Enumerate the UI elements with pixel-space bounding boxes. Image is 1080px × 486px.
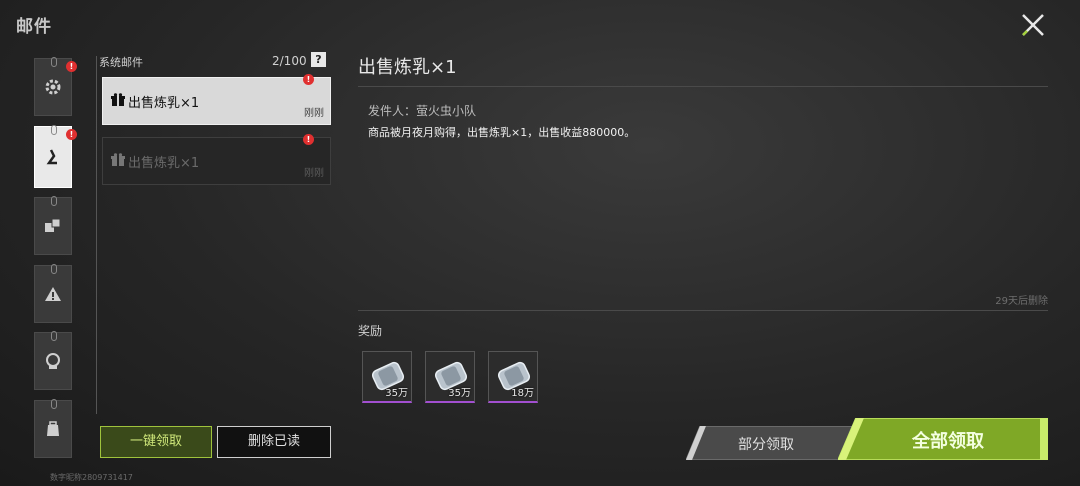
backpack-icon [47,420,59,436]
claim-all-label: 全部领取 [912,431,984,452]
close-icon [1022,14,1044,36]
hook-decoration [51,398,57,409]
reward-amount: 18万 [511,388,534,399]
dice-icon [45,218,61,232]
help-icon[interactable]: ? [311,52,326,67]
page-title: 邮件 [16,17,52,37]
unread-badge: ! [303,74,314,85]
gear-icon [45,79,61,95]
mail-title: 出售炼乳×1 [128,96,200,111]
unread-badge: ! [66,128,77,140]
mail-item[interactable]: 出售炼乳×1 刚刚 ! [102,74,331,125]
mail-detail-title: 出售炼乳×1 [358,57,457,78]
category-social[interactable] [34,331,72,390]
partial-claim-label: 部分领取 [738,437,794,453]
category-alert[interactable] [34,263,72,323]
category-system[interactable]: ! [34,124,77,188]
list-divider [96,56,97,414]
category-settings[interactable]: ! [34,57,77,116]
mail-body: 商品被月夜月购得，出售炼乳×1，出售收益880000。 [368,126,636,139]
reward-item[interactable]: 18万 [488,351,538,403]
partial-claim-button[interactable]: 部分领取 [686,426,856,460]
hook-decoration [51,263,57,274]
unread-badge: ! [66,61,77,72]
mail-time: 刚刚 [304,168,324,179]
claim-all-button[interactable]: 全部领取 [838,418,1048,460]
delete-read-button[interactable]: 删除已读 [217,426,331,458]
unread-badge: ! [303,134,314,145]
mail-count: 2/100 [272,54,307,68]
hook-decoration [51,124,57,135]
hook-decoration [51,57,57,67]
hook-decoration [51,196,57,206]
category-rail: ! ! [34,57,77,467]
mail-title: 出售炼乳×1 [128,156,200,171]
category-trade[interactable] [34,196,72,255]
category-items[interactable] [34,398,72,458]
divider [358,86,1048,87]
warning-icon [45,286,61,301]
one-click-claim-button[interactable]: 一键领取 [100,426,212,458]
reward-label: 奖励 [358,324,383,338]
person-icon [46,148,57,164]
divider [358,310,1048,311]
avatar-icon [46,353,60,369]
reward-item[interactable]: 35万 [362,351,412,403]
mail-sender: 发件人：萤火虫小队 [368,104,477,118]
gift-icon [111,153,125,166]
reward-amount: 35万 [385,388,408,399]
mail-list-label: 系统邮件 [99,56,143,69]
mail-item[interactable]: 出售炼乳×1 刚刚 ! [102,134,331,185]
user-id: 数字昵称2809731417 [50,473,133,482]
reward-item[interactable]: 35万 [425,351,475,403]
close-button[interactable] [1018,10,1048,40]
expire-note: 29天后删除 [995,296,1048,307]
gift-icon [111,93,125,106]
reward-amount: 35万 [448,388,471,399]
hook-decoration [51,331,57,341]
mail-time: 刚刚 [304,108,324,119]
